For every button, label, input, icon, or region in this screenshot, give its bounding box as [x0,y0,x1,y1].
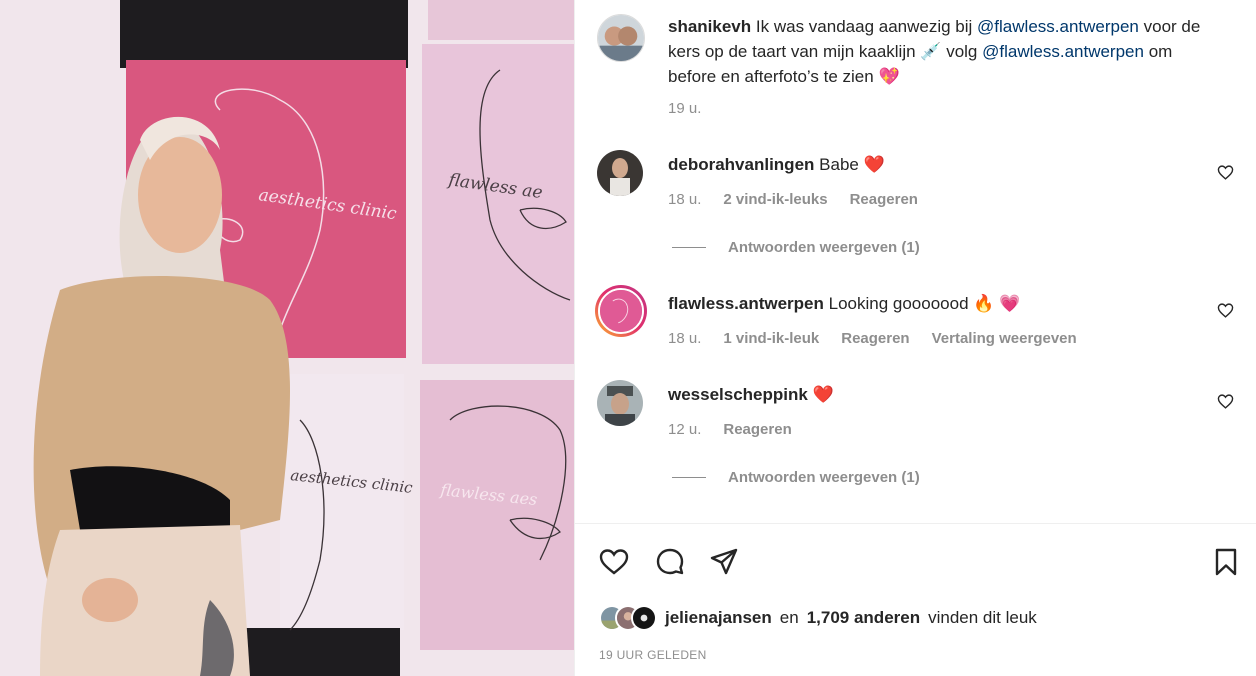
caption-text: volg [946,42,978,61]
comment-text: deborahvanlingen Babe ❤️ [668,155,885,174]
comments-panel: shanikevh Ik was vandaag aanwezig bij @f… [574,0,1256,676]
comment-meta: 12 u. Reageren [668,421,792,438]
caption-mention[interactable]: @flawless.antwerpen [977,17,1139,36]
share-paper-plane-icon[interactable] [709,547,739,577]
comment-username[interactable]: deborahvanlingen [668,155,814,174]
replies-divider [672,247,706,248]
comment-username[interactable]: flawless.antwerpen [668,294,824,313]
translate-button[interactable]: Vertaling weergeven [932,330,1077,347]
likers-avatars[interactable] [599,605,657,631]
comment-time[interactable]: 18 u. [668,191,701,208]
post-photo[interactable]: aesthetics clinic flawless ae aesthetics… [0,0,574,676]
comment-text: wesselscheppink ❤️ [668,385,834,405]
caption-author[interactable]: shanikevh [668,17,751,36]
comment-time[interactable]: 12 u. [668,421,701,438]
caption-text: Ik was vandaag aanwezig bij [755,17,973,36]
comment-meta: 18 u. 1 vind-ik-leuk Reageren Vertaling … [668,330,1077,347]
comment-bubble-icon[interactable] [655,547,685,577]
comment-likes[interactable]: 1 vind-ik-leuk [723,330,819,347]
comment-meta: 18 u. 2 vind-ik-leuks Reageren [668,191,918,208]
red-heart-emoji: ❤️ [812,385,834,404]
reply-button[interactable]: Reageren [723,421,791,438]
first-liker[interactable]: jelienajansen [665,608,772,628]
commenter-avatar[interactable] [597,380,643,426]
like-comment-heart-icon[interactable] [1217,164,1234,181]
likes-summary: jelienajansen en 1,709 anderen vinden di… [599,605,1037,631]
comment-time[interactable]: 18 u. [668,330,701,347]
like-heart-icon[interactable] [599,547,629,577]
comment-username[interactable]: wesselscheppink [668,385,808,404]
likes-count[interactable]: 1,709 anderen [807,608,920,628]
fire-heart-emoji: 🔥 💗 [973,294,1021,313]
commenter-avatar[interactable] [597,150,643,196]
commenter-avatar[interactable] [595,285,647,337]
reply-button[interactable]: Reageren [841,330,909,347]
comment-text: flawless.antwerpen Looking gooooood 🔥 💗 [668,294,1021,313]
red-heart-emoji: ❤️ [863,155,885,174]
post-timestamp[interactable]: 19 UUR GELEDEN [599,648,707,662]
view-replies-button[interactable]: Antwoorden weergeven (1) [672,469,920,486]
syringe-emoji: 💉 [920,42,942,61]
reply-button[interactable]: Reageren [850,191,918,208]
post-caption: shanikevh Ik was vandaag aanwezig bij @f… [668,14,1208,89]
author-avatar[interactable] [597,14,645,62]
like-comment-heart-icon[interactable] [1217,393,1234,410]
comment-likes[interactable]: 2 vind-ik-leuks [723,191,827,208]
like-comment-heart-icon[interactable] [1217,302,1234,319]
save-bookmark-icon[interactable] [1211,547,1241,577]
caption-time[interactable]: 19 u. [668,100,701,117]
heart-emoji: 💖 [878,67,900,86]
caption-mention[interactable]: @flawless.antwerpen [982,42,1144,61]
replies-divider [672,477,706,478]
view-replies-button[interactable]: Antwoorden weergeven (1) [672,239,920,256]
liker-avatar [631,605,657,631]
actions-divider [575,523,1256,524]
